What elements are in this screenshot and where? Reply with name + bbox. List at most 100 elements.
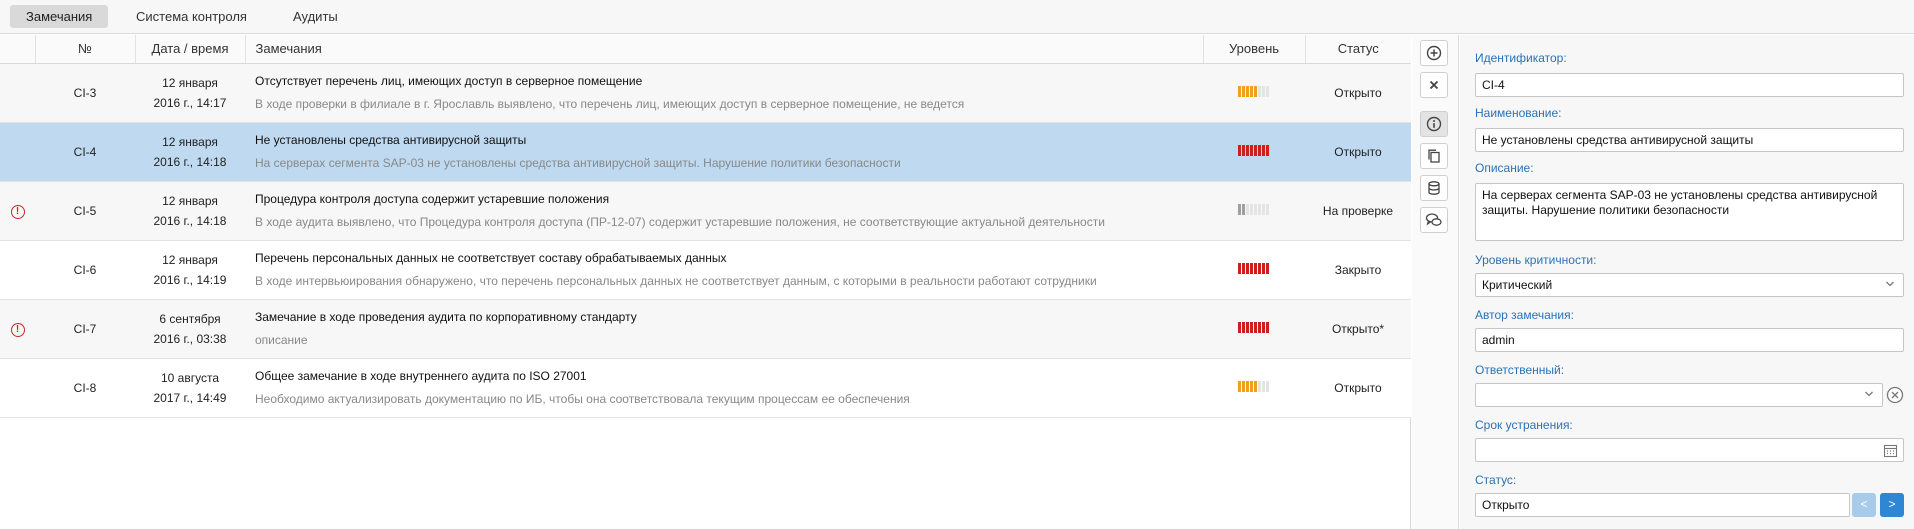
level-cell [1203,122,1305,182]
flag-cell: ! [0,299,35,359]
name-field[interactable] [1475,128,1904,152]
table-row[interactable]: ! CI-4 12 января 2016 г., 14:18 Не устано… [0,122,1411,182]
remark-cell: Замечание в ходе проведения аудита по ко… [245,299,1203,359]
alert-icon: ! [10,204,25,219]
tab-control-system[interactable]: Система контроля [120,5,263,28]
remark-title: Замечание в ходе проведения аудита по ко… [255,310,637,324]
plus-circle-icon [1426,45,1442,61]
calendar-icon[interactable] [1883,443,1898,458]
level-bar [1254,203,1257,215]
level-bar [1254,262,1257,274]
criticality-value: Критический [1482,278,1553,292]
clear-icon[interactable] [1886,386,1904,404]
table-row[interactable]: ! CI-8 10 августа 2017 г., 14:49 Общее за… [0,358,1411,418]
top-tab-bar: Замечания Система контроля Аудиты [0,0,1914,34]
level-bar [1250,321,1253,333]
prev-button[interactable]: < [1852,493,1876,517]
tab-remarks[interactable]: Замечания [10,5,109,28]
database-icon [1428,181,1440,195]
level-bar [1238,85,1241,97]
level-bar [1250,203,1253,215]
add-button[interactable] [1420,40,1448,66]
alert-icon: ! [10,322,25,337]
level-bar [1246,203,1249,215]
time-line: 2016 г., 14:19 [153,272,227,287]
remark-description: Необходимо актуализировать документацию … [255,392,910,406]
level-bar [1266,321,1269,333]
remark-cell: Отсутствует перечень лиц, имеющих доступ… [245,63,1203,123]
comments-icon [1425,213,1442,226]
id-cell: CI-5 [35,181,135,241]
next-button[interactable]: > [1880,493,1904,517]
responsible-select[interactable] [1475,383,1883,407]
remark-description: На серверах сегмента SAP-03 не установле… [255,156,901,170]
level-indicator [1238,380,1270,392]
level-bar [1262,144,1265,156]
level-indicator [1238,144,1270,156]
flag-cell: ! [0,358,35,418]
description-field[interactable]: На серверах сегмента SAP-03 не установле… [1475,183,1904,241]
table-row[interactable]: ! CI-3 12 января 2016 г., 14:17 Отсутству… [0,63,1411,123]
level-bar [1238,144,1241,156]
level-indicator [1238,262,1270,274]
remark-title: Отсутствует перечень лиц, имеющих доступ… [255,74,643,88]
description-label: Описание: [1475,161,1534,175]
id-field[interactable] [1475,73,1904,97]
level-cell [1203,181,1305,241]
level-bar [1258,380,1261,392]
level-indicator [1238,321,1270,333]
remark-description: В ходе аудита выявлено, что Процедура ко… [255,215,1105,229]
level-bar [1238,380,1241,392]
database-button[interactable] [1420,175,1448,201]
level-bar [1242,321,1245,333]
author-label: Автор замечания: [1475,308,1574,322]
info-icon [1426,116,1442,132]
table-row[interactable]: ! CI-6 12 января 2016 г., 14:19 Перечень … [0,240,1411,300]
author-field[interactable] [1475,328,1904,352]
level-bar [1262,321,1265,333]
level-bar [1242,380,1245,392]
flag-cell: ! [0,240,35,300]
criticality-select[interactable]: Критический [1475,273,1904,297]
deadline-field[interactable] [1475,438,1904,462]
time-line: 2016 г., 14:18 [153,213,227,228]
level-bar [1246,85,1249,97]
chevron-down-icon [1865,391,1873,397]
comments-button[interactable] [1420,207,1448,233]
level-bar [1250,144,1253,156]
level-bar [1246,321,1249,333]
level-bar [1262,262,1265,274]
deadline-label: Срок устранения: [1475,418,1573,432]
table-row[interactable]: ! CI-5 12 января 2016 г., 14:18 Процедура… [0,181,1411,241]
status-cell: Открыто [1305,358,1411,418]
level-cell [1203,358,1305,418]
level-bar [1266,144,1269,156]
id-label: Идентификатор: [1475,51,1567,65]
remark-cell: Перечень персональных данных не соответс… [245,240,1203,300]
level-bar [1246,144,1249,156]
delete-button[interactable] [1420,72,1448,98]
remark-description: В ходе проверки в филиале в г. Ярославль… [255,97,965,111]
level-bar [1262,380,1265,392]
level-bar [1266,203,1269,215]
table-row[interactable]: ! CI-7 6 сентября 2016 г., 03:38 Замечани… [0,299,1411,359]
info-button[interactable] [1420,111,1448,137]
id-cell: CI-4 [35,122,135,182]
copy-button[interactable] [1420,143,1448,169]
header-remarks[interactable]: Замечания [245,35,1204,64]
header-number[interactable]: № [35,35,136,64]
level-bar [1246,380,1249,392]
level-bar [1266,85,1269,97]
id-cell: CI-8 [35,358,135,418]
tab-audits[interactable]: Аудиты [277,5,354,28]
name-label: Наименование: [1475,106,1562,120]
date-line: 10 августа [160,370,219,385]
level-cell [1203,63,1305,123]
remark-title: Процедура контроля доступа содержит уста… [255,192,610,206]
header-level[interactable]: Уровень [1203,35,1306,64]
header-datetime[interactable]: Дата / время [135,35,246,64]
status-field[interactable] [1475,493,1850,517]
date-cell: 12 января 2016 г., 14:18 [135,122,245,182]
remark-cell: Процедура контроля доступа содержит уста… [245,181,1203,241]
header-status[interactable]: Статус [1305,35,1411,64]
